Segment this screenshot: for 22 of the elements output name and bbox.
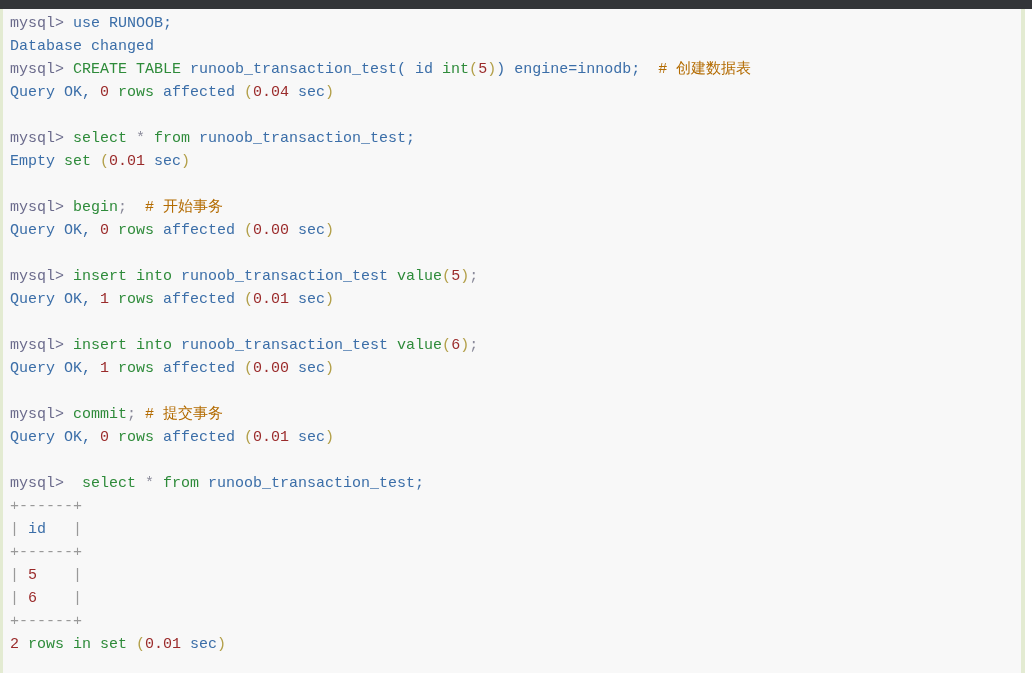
code-line: mysql> begin; # 开始事务 — [10, 197, 224, 218]
code-line: +------+ — [10, 543, 82, 563]
code-line: Query OK, 0 rows affected (0.00 sec) — [10, 221, 335, 241]
code-line: mysql> insert into runoob_transaction_test value(5); — [10, 267, 479, 287]
code-line: mysql> select * from runoob_transaction_test; — [10, 474, 425, 494]
code-line: mysql> commit; # 提交事务 — [10, 404, 224, 425]
code-line: Database changed — [10, 37, 155, 57]
code-line: Empty set (0.01 sec) — [10, 152, 191, 172]
code-line: | id | — [10, 520, 83, 540]
code-line: Query OK, 1 rows affected (0.00 sec) — [10, 359, 335, 379]
code-line: mysql> select * from runoob_transaction_test; — [10, 129, 416, 149]
code-line: +------+ — [10, 497, 82, 517]
code-line: | 6 | — [10, 589, 83, 609]
code-line: mysql> insert into runoob_transaction_test value(6); — [10, 336, 479, 356]
code-line: mysql> CREATE TABLE runoob_transaction_test( id int(5)) engine=innodb; # 创建数据表 — [10, 59, 752, 80]
code-line: Query OK, 0 rows affected (0.01 sec) — [10, 428, 335, 448]
code-line: +------+ — [10, 612, 82, 632]
code-line: | 5 | — [10, 566, 83, 586]
code-line: Query OK, 1 rows affected (0.01 sec) — [10, 290, 335, 310]
code-line: 2 rows in set (0.01 sec) — [10, 635, 227, 655]
code-line: mysql> use RUNOOB; — [10, 14, 173, 34]
code-line: Query OK, 0 rows affected (0.04 sec) — [10, 83, 335, 103]
